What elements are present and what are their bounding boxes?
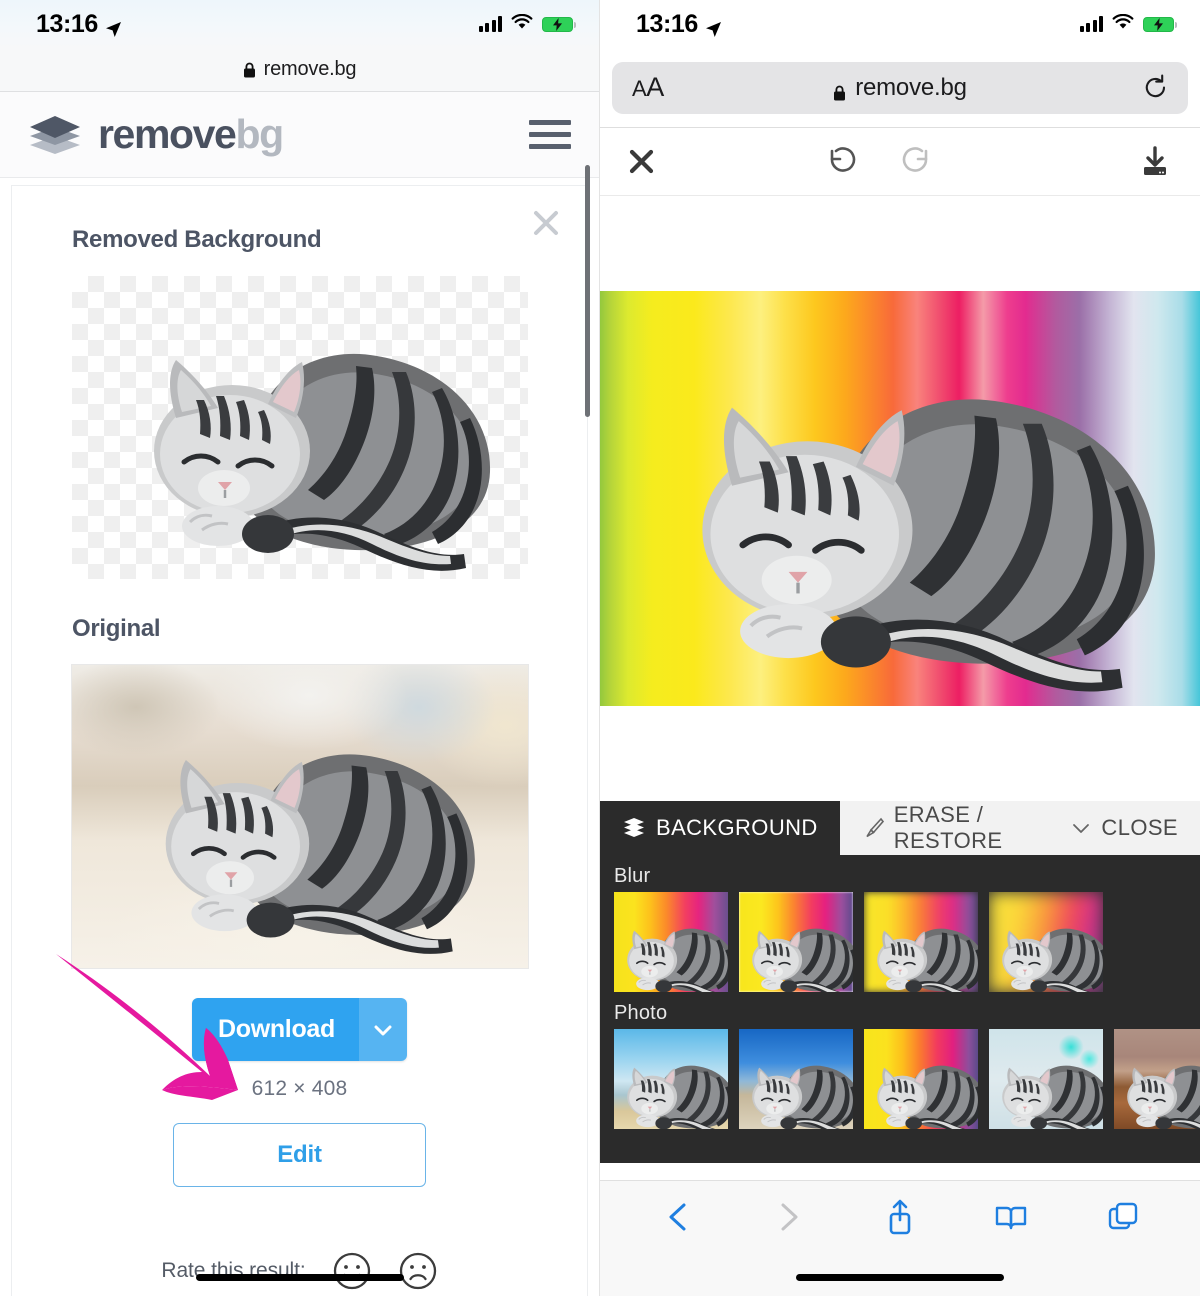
location-arrow-icon	[705, 16, 722, 37]
status-indicators	[1079, 13, 1177, 35]
brand-wordmark: removebg	[98, 111, 284, 158]
status-time: 13:16	[636, 9, 698, 38]
tab-close[interactable]: CLOSE	[1049, 801, 1200, 855]
edited-image-canvas[interactable]	[600, 291, 1200, 706]
left-url-text: remove.bg	[263, 58, 357, 80]
location-arrow-icon	[105, 16, 122, 37]
removed-background-title: Removed Background	[72, 226, 322, 253]
blur-thumb-1[interactable]	[614, 892, 728, 992]
download-button-row: Download	[12, 998, 587, 1061]
right-phone-panel: 13:16 AA remove.bg BACKGROUND ERASE / RE…	[600, 0, 1200, 1296]
chevron-left-icon[interactable]	[660, 1197, 696, 1237]
download-button[interactable]: Download	[191, 998, 360, 1061]
url-pill[interactable]: AA remove.bg	[612, 61, 1188, 114]
original-photo-preview	[71, 665, 528, 968]
left-page-body: Removed Background Original Download 612…	[0, 186, 599, 1296]
blur-thumb-4[interactable]	[989, 892, 1103, 992]
download-tray-icon[interactable]	[1138, 145, 1172, 179]
chevron-right-icon	[771, 1197, 807, 1237]
photo-thumb-row	[600, 1029, 1200, 1129]
tabs-copy-icon[interactable]	[1104, 1197, 1140, 1237]
tab-erase-restore[interactable]: ERASE / RESTORE	[839, 801, 1050, 855]
removebg-layers-logo	[26, 113, 84, 157]
battery-charging-icon	[542, 16, 576, 32]
editor-toolbar	[600, 128, 1200, 196]
undo-redo-group	[826, 145, 932, 179]
background-options-panel: Blur Photo	[600, 855, 1200, 1163]
editor-canvas-area	[600, 196, 1200, 801]
blur-thumb-2[interactable]	[739, 892, 853, 992]
wifi-icon	[1112, 13, 1134, 35]
brand-first: remove	[98, 111, 237, 157]
url-text-group: remove.bg	[612, 74, 1188, 102]
tab-background-label: BACKGROUND	[656, 815, 818, 840]
close-x-icon[interactable]	[531, 208, 561, 238]
photo-thumb-beach[interactable]	[614, 1029, 728, 1129]
chevron-down-icon	[1073, 824, 1090, 833]
book-icon[interactable]	[993, 1197, 1029, 1237]
smiley-happy-icon[interactable]	[332, 1251, 372, 1291]
home-indicator	[796, 1274, 1004, 1281]
brush-icon	[866, 817, 884, 838]
left-phone-panel: 13:16 remove.bg removebg Removed Backgro…	[0, 0, 600, 1296]
url-text: remove.bg	[855, 73, 967, 101]
status-time-group: 13:16	[636, 10, 722, 39]
lock-icon	[833, 80, 846, 100]
original-title: Original	[72, 615, 161, 642]
image-dimensions: 612 × 408	[251, 1077, 348, 1100]
result-actions: Download 612 × 408 Edit Rate this result…	[12, 998, 587, 1296]
removed-background-preview	[71, 276, 528, 579]
redo-arrow-icon[interactable]	[898, 145, 932, 179]
tab-erase-restore-label: ERASE / RESTORE	[893, 802, 1003, 853]
right-status-bar: 13:16	[600, 0, 1200, 48]
battery-charging-icon	[1143, 16, 1177, 32]
status-indicators	[478, 13, 576, 35]
photo-section-label: Photo	[614, 1002, 668, 1024]
photo-thumb-bokeh[interactable]	[989, 1029, 1103, 1129]
blur-thumb-3[interactable]	[864, 892, 978, 992]
photo-thumb-sky[interactable]	[739, 1029, 853, 1129]
undo-arrow-icon[interactable]	[826, 145, 860, 179]
smiley-sad-icon[interactable]	[398, 1251, 438, 1291]
cat-composited-image	[600, 291, 1200, 706]
left-status-bar: 13:16	[0, 0, 599, 48]
editor-tabbar: BACKGROUND ERASE / RESTORE CLOSE	[600, 801, 1200, 855]
tab-background[interactable]: BACKGROUND	[600, 801, 840, 855]
dual-phone-screenshot: 13:16 remove.bg removebg Removed Backgro…	[0, 0, 1200, 1296]
chevron-down-icon[interactable]	[359, 998, 408, 1061]
cat-original-image	[90, 683, 510, 962]
safari-url-bar: AA remove.bg	[600, 48, 1200, 128]
layers-icon	[624, 818, 644, 837]
edit-button[interactable]: Edit	[173, 1123, 426, 1187]
share-up-icon[interactable]	[882, 1197, 918, 1237]
photo-thumb-rainbow[interactable]	[864, 1029, 978, 1129]
blur-thumb-row	[600, 892, 1200, 992]
result-card: Removed Background Original Download 612…	[12, 186, 587, 1296]
blur-section-label: Blur	[614, 865, 651, 887]
wifi-icon	[511, 13, 533, 35]
tab-close-label: CLOSE	[1101, 815, 1178, 840]
cat-cutout-image	[72, 276, 528, 579]
cellular-bars-icon	[478, 16, 502, 32]
site-header: removebg	[0, 92, 599, 178]
brand-group[interactable]: removebg	[26, 111, 284, 158]
status-time: 13:16	[36, 9, 98, 38]
inactive-tabs-group: ERASE / RESTORE CLOSE	[839, 801, 1200, 855]
download-split-button[interactable]: Download	[191, 998, 408, 1061]
lock-icon	[243, 62, 256, 78]
safari-toolbar-icons	[600, 1181, 1200, 1253]
home-indicator	[195, 1274, 404, 1281]
photo-thumb-wood[interactable]	[1114, 1029, 1200, 1129]
cellular-bars-icon	[1079, 16, 1103, 32]
reload-icon[interactable]	[1143, 74, 1168, 101]
close-x-icon[interactable]	[628, 148, 655, 175]
page-scrollbar[interactable]	[585, 165, 590, 417]
status-time-group: 13:16	[36, 10, 122, 39]
hamburger-menu-icon[interactable]	[525, 112, 575, 157]
left-url-bar[interactable]: remove.bg	[0, 48, 599, 92]
brand-second: bg	[235, 111, 284, 157]
